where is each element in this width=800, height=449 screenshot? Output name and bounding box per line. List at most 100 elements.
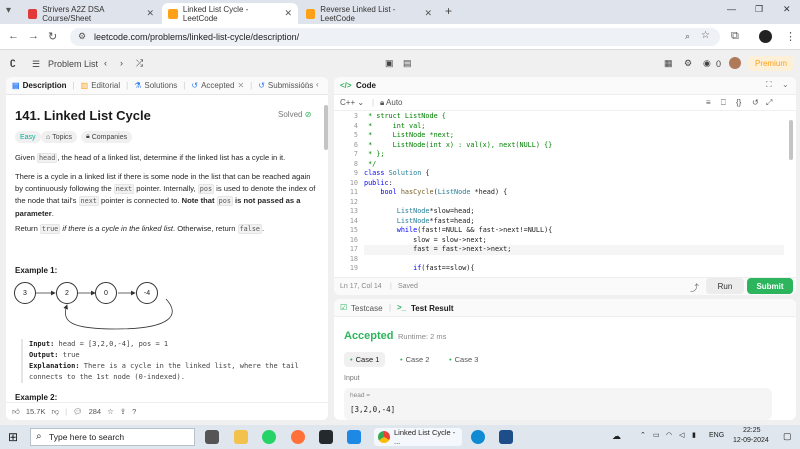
next-problem-icon[interactable]: › [120, 58, 123, 68]
runtime: Runtime: 2 ms [398, 332, 447, 341]
back-icon[interactable]: ← [8, 30, 19, 42]
forward-icon[interactable]: → [28, 30, 39, 42]
profile-avatar[interactable] [759, 30, 772, 43]
close-icon[interactable]: ✕ [237, 81, 244, 90]
minimize-icon[interactable]: — [727, 4, 736, 14]
streak-fire-icon[interactable]: ◉ [703, 58, 711, 69]
github-desktop-icon[interactable] [319, 430, 333, 444]
case-1-button[interactable]: • Case 1 [344, 352, 386, 367]
settings-gear-icon[interactable]: ⚙ [684, 58, 692, 69]
taskbar-chrome-window[interactable]: Linked List Cycle - ... [374, 428, 462, 446]
tab-editorial[interactable]: ▥ Editorial [75, 81, 126, 90]
companies-button[interactable]: 🔒︎ Companies [81, 131, 133, 143]
code-editor[interactable]: * struct ListNode { * int val; * ListNod… [364, 112, 784, 274]
app-icon[interactable] [499, 430, 513, 444]
language-select[interactable]: C++ ⌄ [340, 98, 364, 107]
leetcode-logo-icon[interactable]: ʗ [10, 57, 20, 69]
bookmark-star-icon[interactable]: ☆ [701, 30, 710, 41]
difficulty-badge[interactable]: Easy [15, 131, 41, 143]
tab-reverse-linked-list[interactable]: Reverse Linked List - LeetCode ✕ [300, 3, 438, 24]
shuffle-icon[interactable]: ⤮ [136, 58, 143, 69]
weather-icon[interactable]: ☁ [612, 431, 621, 442]
tab-accepted[interactable]: ↺ Accepted ✕ [185, 81, 250, 90]
tab-title: Strivers A2Z DSA Course/Sheet [42, 4, 105, 23]
extensions-icon[interactable]: ⧉ [731, 30, 739, 43]
braces-icon[interactable]: {} [736, 98, 741, 107]
fullscreen-icon[interactable]: ⤢ [766, 98, 772, 108]
chrome-menu-icon[interactable]: ⋮ [785, 30, 796, 43]
case-label: Case 3 [454, 355, 479, 364]
bookmark-icon[interactable]: ⎕ [721, 98, 726, 108]
help-icon[interactable]: ? [132, 407, 136, 416]
close-icon[interactable]: ✕ [146, 8, 154, 19]
new-tab-icon[interactable]: + [445, 4, 452, 18]
close-icon[interactable]: ✕ [424, 8, 432, 19]
case-3-button[interactable]: • Case 3 [443, 352, 484, 367]
language-indicator[interactable]: ENG [709, 432, 724, 439]
window-close-icon[interactable]: ✕ [783, 4, 791, 15]
companies-label: Companies [91, 133, 128, 141]
zoom-icon[interactable]: ⌕ [685, 31, 690, 42]
line-number-gutter: 3 4 5 6 7 8 9 10 11 12 13 14 15 16 17 18… [334, 112, 358, 274]
reset-icon[interactable]: ↺ [752, 98, 759, 107]
maximize-icon[interactable]: ⛶ [302, 81, 308, 91]
star-icon[interactable]: ☆ [107, 407, 114, 416]
description-scrollbar[interactable] [324, 105, 328, 150]
prev-problem-icon[interactable]: ‹ [104, 58, 107, 68]
format-icon[interactable]: ≡ [706, 98, 711, 107]
reload-icon[interactable]: ↻ [48, 30, 57, 43]
tab-search-icon[interactable]: ▾ [6, 5, 11, 16]
notifications-icon[interactable]: ▢ [783, 431, 792, 442]
tab-linked-list-cycle[interactable]: Linked List Cycle - LeetCode ✕ [162, 3, 298, 24]
share-icon[interactable]: ⇪ [120, 407, 126, 416]
tab-description[interactable]: ▤ Description [6, 81, 73, 90]
tab-submissions[interactable]: ↺ Submissions [252, 81, 319, 90]
tab-solutions[interactable]: ⚗ Solutions [128, 81, 183, 90]
battery-icon[interactable]: ▮ [692, 431, 696, 439]
upload-icon[interactable]: ⤴ [690, 281, 699, 294]
wifi-icon[interactable]: ◠ [666, 431, 672, 439]
divider: | [390, 283, 392, 290]
comment-icon[interactable]: 💬︎ [73, 407, 83, 416]
tab-test-result[interactable]: Test Result [411, 304, 454, 313]
submit-button[interactable]: Submit [747, 278, 793, 294]
premium-button[interactable]: Premium [748, 56, 794, 71]
user-avatar[interactable] [729, 57, 741, 69]
site-info-icon[interactable]: ⚙ [78, 31, 86, 42]
restore-icon[interactable]: ❐ [755, 4, 763, 15]
address-bar[interactable]: ⚙ leetcode.com/problems/linked-list-cycl… [70, 28, 720, 46]
taskbar-search[interactable]: ⌕ Type here to search [30, 428, 195, 446]
layout-icon[interactable]: ▦ [664, 58, 673, 69]
run-button[interactable]: Run [706, 278, 744, 294]
notes-icon[interactable]: ▤ [403, 58, 412, 69]
collapse-icon[interactable]: ‹ [316, 80, 319, 89]
tab-strivers[interactable]: Strivers A2Z DSA Course/Sheet ✕ [22, 3, 160, 24]
vscode-icon[interactable] [347, 430, 361, 444]
clock-time[interactable]: 22:25 [743, 427, 761, 434]
save-status: Saved [398, 283, 418, 290]
thumbs-down-icon[interactable]: 👎︎ [51, 407, 59, 417]
windows-start-icon[interactable]: ⊞ [8, 430, 18, 444]
maximize-icon[interactable]: ⛶ [766, 80, 772, 90]
collapse-icon[interactable]: ⌄ [782, 80, 789, 89]
network-icon[interactable]: ▭ [653, 431, 660, 439]
debug-icon[interactable]: ▣ [385, 58, 394, 69]
problem-list-icon[interactable]: ☰ [32, 59, 40, 70]
tab-testcase[interactable]: Testcase [351, 304, 383, 313]
close-icon[interactable]: ✕ [284, 8, 292, 19]
edge-icon[interactable] [471, 430, 485, 444]
volume-icon[interactable]: ◁ [679, 431, 684, 439]
problem-list-link[interactable]: Problem List [48, 59, 98, 69]
firefox-icon[interactable] [291, 430, 305, 444]
autocomplete-mode[interactable]: 🔒︎ Auto [380, 98, 403, 108]
file-explorer-icon[interactable] [234, 430, 248, 444]
tray-overflow-icon[interactable]: ⌃ [640, 431, 646, 439]
cursor-position: Ln 17, Col 14 [340, 283, 382, 290]
clock-date[interactable]: 12-09-2024 [733, 437, 769, 444]
task-view-icon[interactable] [205, 430, 219, 444]
topics-button[interactable]: ⌂ Topics [41, 131, 78, 143]
case-2-button[interactable]: • Case 2 [394, 352, 435, 367]
whatsapp-icon[interactable] [262, 430, 276, 444]
editor-scrollbar[interactable] [789, 120, 793, 160]
thumbs-up-icon[interactable]: 👍︎ [12, 407, 20, 417]
